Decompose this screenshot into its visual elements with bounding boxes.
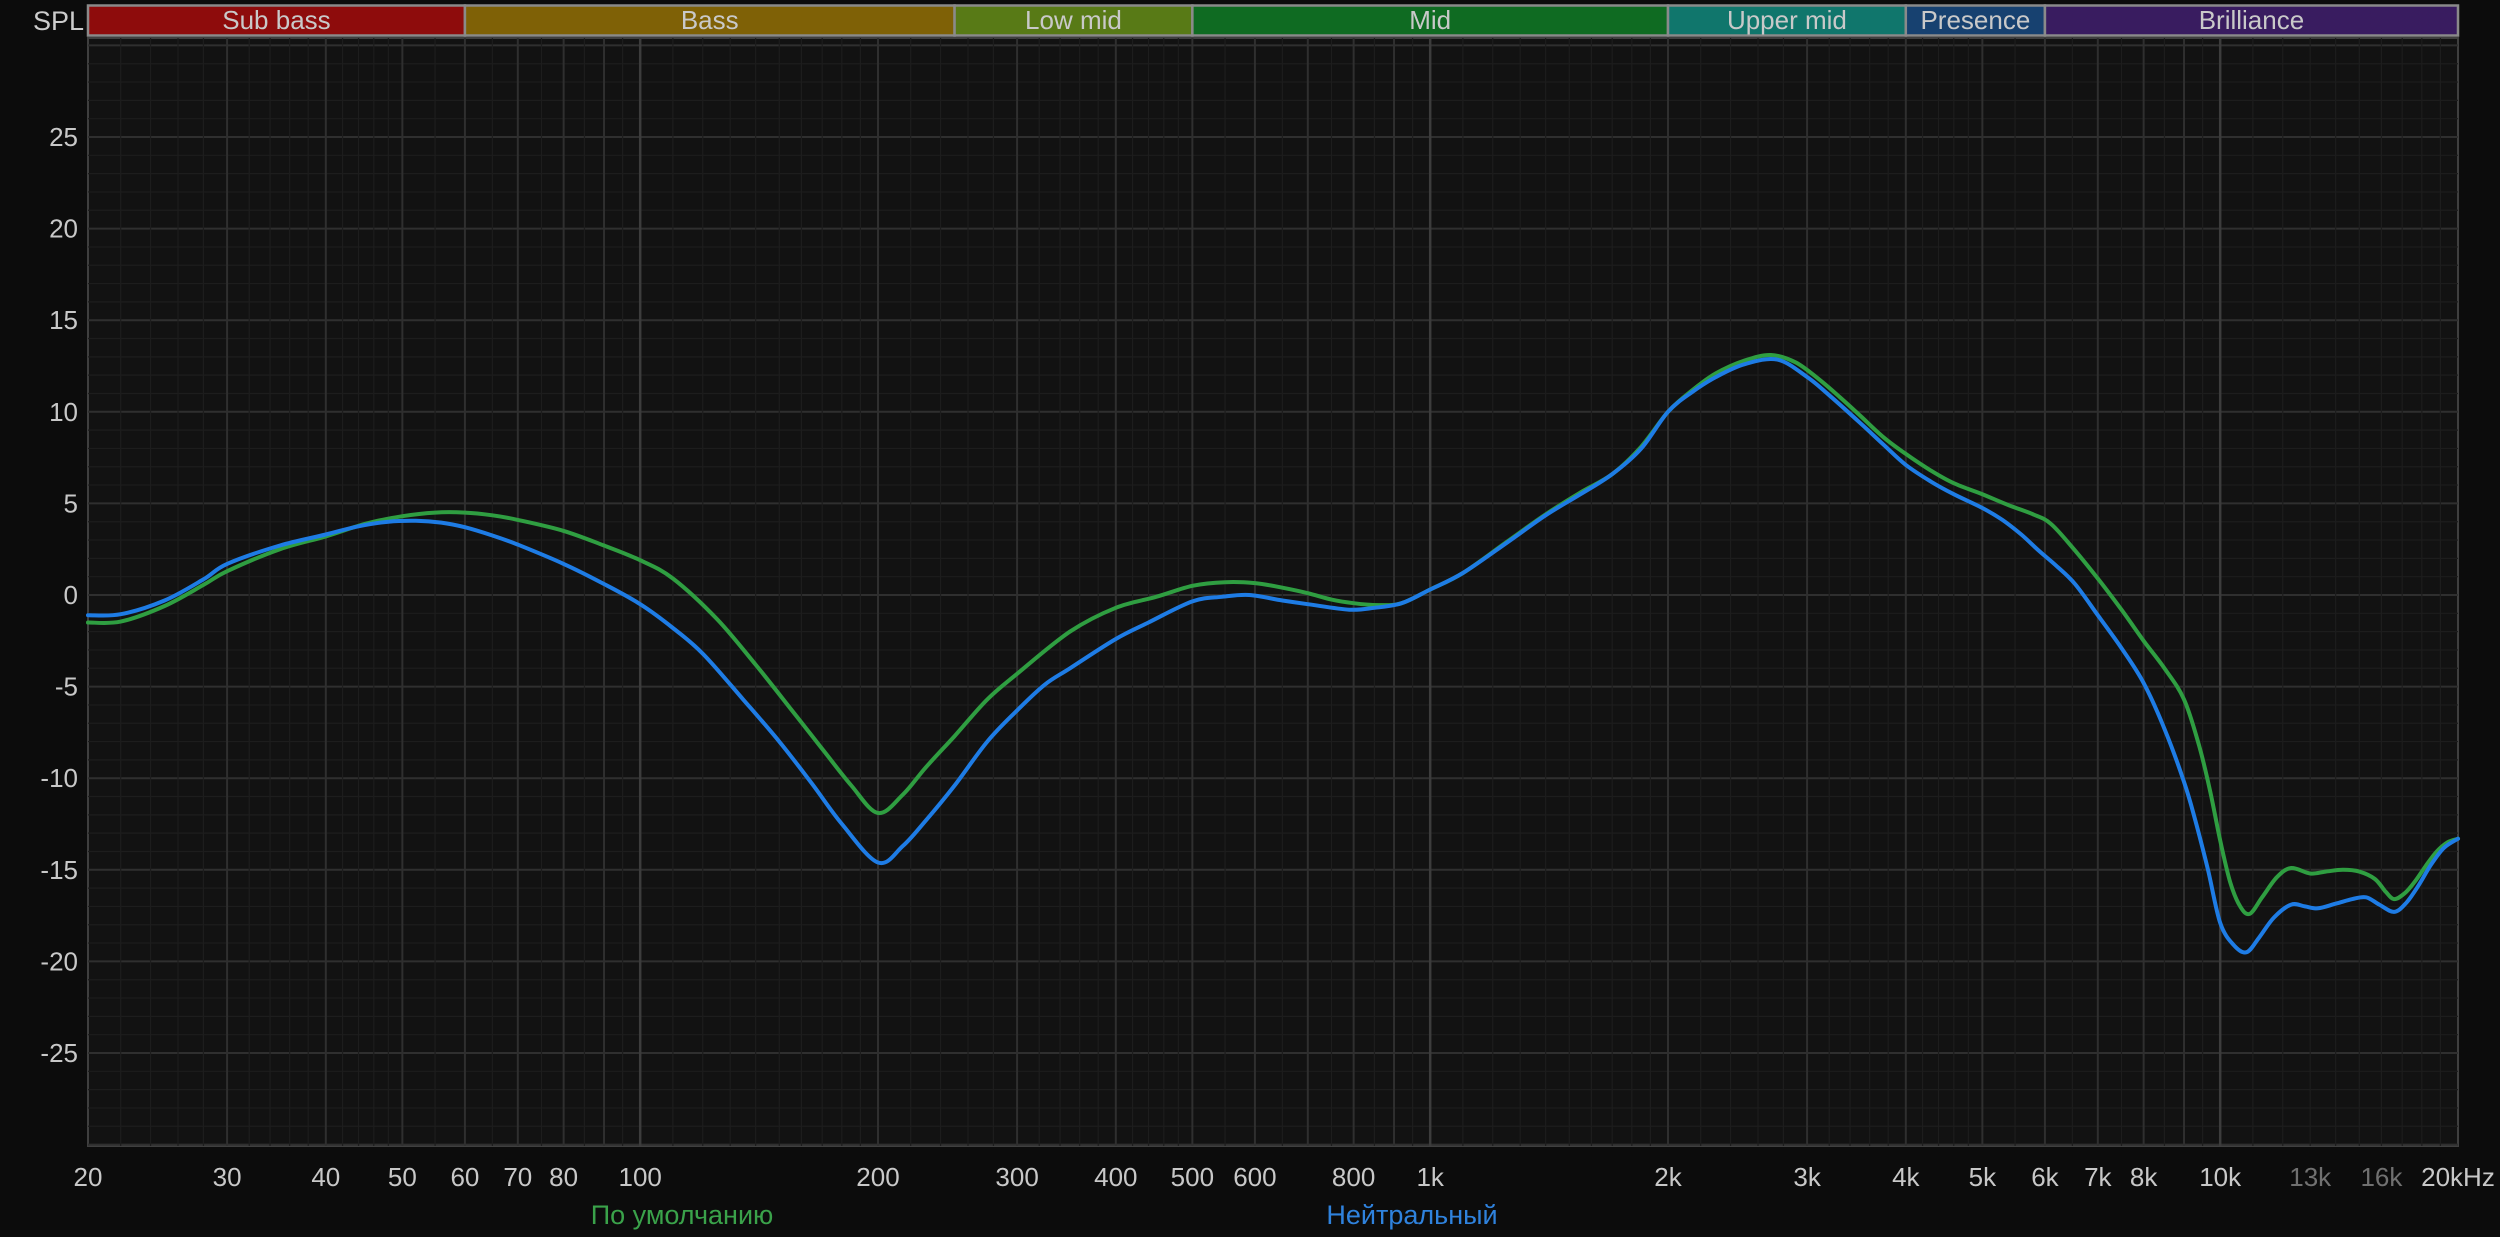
spl-axis-title: SPL [32,6,84,36]
x-tick-label: 40 [311,1162,340,1192]
x-tick-labels: 20 30 40 50 60 70 80 100 200 300 400 500 600 800 1k 2k 3… [74,1162,2495,1192]
x-tick-label: 3k [1793,1162,1821,1192]
x-tick-label: 400 [1094,1162,1137,1192]
x-tick-label: 20kHz [2421,1162,2495,1192]
x-tick-label: 800 [1332,1162,1375,1192]
band-label: Upper mid [1727,5,1847,35]
x-tick-label: 300 [995,1162,1038,1192]
x-tick-label: 80 [549,1162,578,1192]
band-label: Sub bass [222,5,330,35]
y-tick-label: 15 [49,305,78,335]
y-tick-label: 25 [49,122,78,152]
y-tick-label: -10 [40,763,78,793]
x-tick-label: 10k [2199,1162,2242,1192]
x-tick-label: 6k [2031,1162,2059,1192]
y-tick-label: 20 [49,214,78,244]
band-header: Sub bass Bass Low mid Mid Upper mid Presence B… [86,4,2460,37]
x-tick-label: 4k [1892,1162,1920,1192]
x-tick-label: 30 [213,1162,242,1192]
x-tick-label: 13k [2289,1162,2332,1192]
legend-item-default[interactable]: По умолчанию [591,1200,774,1231]
band-label: Mid [1409,5,1451,35]
y-tick-label: -25 [40,1038,78,1068]
x-tick-label: 20 [74,1162,103,1192]
y-tick-label: -5 [55,672,78,702]
y-tick-label: -15 [40,855,78,885]
chart-canvas: Sub bass Bass Low mid Mid Upper mid Presence B… [40,4,2495,1192]
x-tick-label: 7k [2084,1162,2112,1192]
y-tick-label: 5 [64,488,78,518]
frequency-response-chart: Sub bass Bass Low mid Mid Upper mid Presence B… [0,0,2500,1237]
x-tick-label: 200 [856,1162,899,1192]
x-tick-label: 70 [503,1162,532,1192]
x-tick-label: 100 [618,1162,661,1192]
y-tick-label: 0 [64,580,78,610]
x-tick-label: 5k [1969,1162,1997,1192]
x-tick-label: 16k [2360,1162,2403,1192]
x-tick-label: 1k [1416,1162,1444,1192]
x-tick-label: 8k [2130,1162,2158,1192]
x-tick-label: 500 [1171,1162,1214,1192]
band-label: Bass [681,5,739,35]
grid-horizontal [88,44,2458,1146]
x-tick-label: 600 [1233,1162,1276,1192]
x-tick-label: 50 [388,1162,417,1192]
y-tick-label: 10 [49,397,78,427]
y-tick-label: -20 [40,946,78,976]
band-label: Brilliance [2199,5,2305,35]
legend-item-neutral[interactable]: Нейтральный [1326,1200,1497,1231]
x-tick-label: 2k [1654,1162,1682,1192]
band-label: Presence [1920,5,2030,35]
band-label: Low mid [1025,5,1122,35]
x-tick-label: 60 [450,1162,479,1192]
y-tick-labels: 25 20 15 10 5 0 -5 -10 -15 -20 -25 [40,122,78,1068]
